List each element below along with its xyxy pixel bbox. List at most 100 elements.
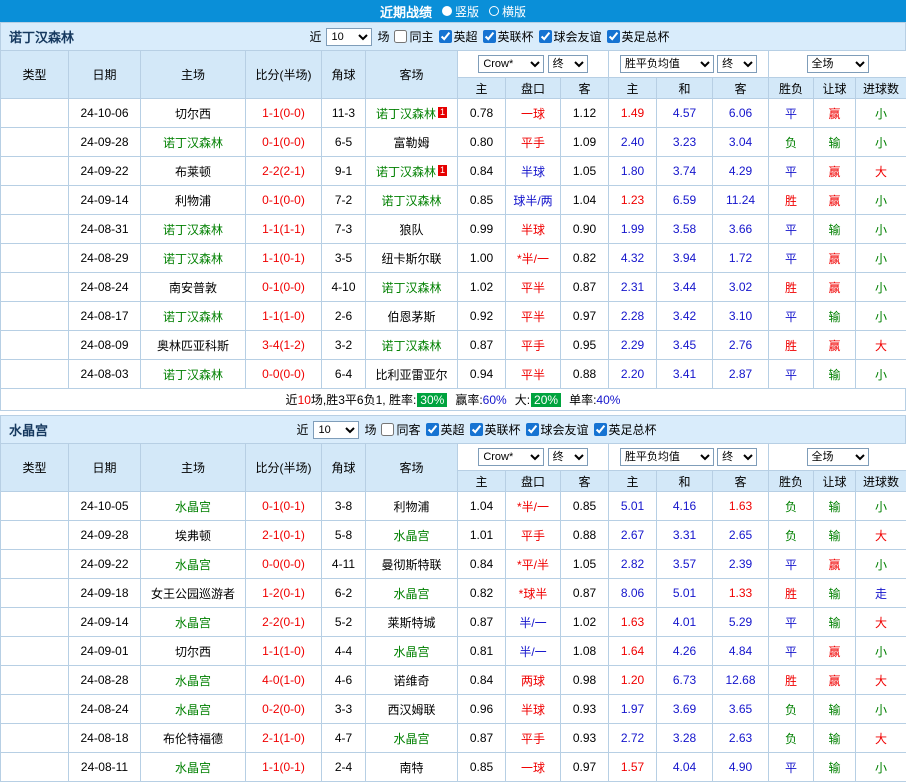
away-team[interactable]: 诺维奇 <box>366 666 458 695</box>
league-fa-cup-input[interactable] <box>594 423 607 436</box>
result-goals: 小 <box>856 753 906 782</box>
match-score[interactable]: 0-2(0-0) <box>246 695 322 724</box>
league-filter-efl-cup[interactable]: 英联杯 <box>483 28 534 45</box>
away-team[interactable]: 诺丁汉森林1 <box>366 99 458 128</box>
match-score[interactable]: 0-1(0-0) <box>246 273 322 302</box>
avg-odds-away: 2.76 <box>713 331 769 360</box>
corner-count: 6-4 <box>322 360 366 389</box>
home-team[interactable]: 水晶宫 <box>141 608 246 637</box>
home-team[interactable]: 水晶宫 <box>141 550 246 579</box>
away-team[interactable]: 曼彻斯特联 <box>366 550 458 579</box>
home-team[interactable]: 布伦特福德 <box>141 724 246 753</box>
match-score[interactable]: 3-4(1-2) <box>246 331 322 360</box>
match-score[interactable]: 1-2(0-1) <box>246 579 322 608</box>
scope-select[interactable]: 全场 <box>807 448 869 466</box>
home-team[interactable]: 布莱顿 <box>141 157 246 186</box>
league-friendly-input[interactable] <box>526 423 539 436</box>
away-team[interactable]: 伯恩茅斯 <box>366 302 458 331</box>
home-team[interactable]: 切尔西 <box>141 637 246 666</box>
match-score[interactable]: 0-1(0-0) <box>246 186 322 215</box>
home-team[interactable]: 诺丁汉森林 <box>141 360 246 389</box>
layout-vertical-radio[interactable]: 竖版 <box>442 3 479 20</box>
away-team[interactable]: 水晶宫 <box>366 637 458 666</box>
away-team[interactable]: 纽卡斯尔联 <box>366 244 458 273</box>
league-filter-friendly[interactable]: 球会友谊 <box>539 28 602 45</box>
avg-stage-select[interactable]: 终 <box>717 55 757 73</box>
match-score[interactable]: 1-1(1-1) <box>246 215 322 244</box>
league-epl-input[interactable] <box>439 30 452 43</box>
league-efl-cup-input[interactable] <box>470 423 483 436</box>
home-team[interactable]: 水晶宫 <box>141 753 246 782</box>
home-team[interactable]: 奥林匹亚科斯 <box>141 331 246 360</box>
match-score[interactable]: 0-0(0-0) <box>246 360 322 389</box>
away-team[interactable]: 西汉姆联 <box>366 695 458 724</box>
avg-odds-select[interactable]: 胜平负均值 <box>620 448 714 466</box>
home-team[interactable]: 诺丁汉森林 <box>141 215 246 244</box>
away-team[interactable]: 水晶宫 <box>366 724 458 753</box>
league-friendly-input[interactable] <box>539 30 552 43</box>
bookmaker-select[interactable]: Crow* <box>478 448 544 466</box>
match-score[interactable]: 2-1(0-1) <box>246 521 322 550</box>
match-score[interactable]: 1-1(0-0) <box>246 99 322 128</box>
away-team[interactable]: 富勒姆 <box>366 128 458 157</box>
match-score[interactable]: 0-0(0-0) <box>246 550 322 579</box>
home-team[interactable]: 女王公园巡游者 <box>141 579 246 608</box>
league-epl-input[interactable] <box>426 423 439 436</box>
same-venue-checkbox[interactable]: 同主 <box>394 28 433 45</box>
match-score[interactable]: 1-1(0-1) <box>246 753 322 782</box>
match-score[interactable]: 0-1(0-1) <box>246 492 322 521</box>
home-team[interactable]: 水晶宫 <box>141 492 246 521</box>
away-team[interactable]: 南特 <box>366 753 458 782</box>
home-team[interactable]: 诺丁汉森林 <box>141 244 246 273</box>
match-score[interactable]: 2-1(1-0) <box>246 724 322 753</box>
away-team[interactable]: 诺丁汉森林 <box>366 186 458 215</box>
home-team[interactable]: 水晶宫 <box>141 666 246 695</box>
away-team[interactable]: 诺丁汉森林 <box>366 273 458 302</box>
home-team[interactable]: 诺丁汉森林 <box>141 302 246 331</box>
league-fa-cup-input[interactable] <box>607 30 620 43</box>
match-count-select[interactable]: 10 <box>313 421 359 439</box>
match-count-select[interactable]: 10 <box>326 28 372 46</box>
match-score[interactable]: 2-2(2-1) <box>246 157 322 186</box>
away-team[interactable]: 莱斯特城 <box>366 608 458 637</box>
away-team[interactable]: 诺丁汉森林1 <box>366 157 458 186</box>
away-team[interactable]: 水晶宫 <box>366 521 458 550</box>
away-team[interactable]: 利物浦 <box>366 492 458 521</box>
league-filter-fa-cup[interactable]: 英足总杯 <box>607 28 670 45</box>
away-team[interactable]: 水晶宫 <box>366 579 458 608</box>
home-team[interactable]: 诺丁汉森林 <box>141 128 246 157</box>
scope-select[interactable]: 全场 <box>807 55 869 73</box>
same-venue-input[interactable] <box>381 423 394 436</box>
away-team[interactable]: 比利亚雷亚尔 <box>366 360 458 389</box>
match-score[interactable]: 1-1(1-0) <box>246 302 322 331</box>
match-score[interactable]: 1-1(0-1) <box>246 244 322 273</box>
league-efl-cup-input[interactable] <box>483 30 496 43</box>
odds-stage-select[interactable]: 终 <box>548 448 588 466</box>
league-filter-efl-cup[interactable]: 英联杯 <box>470 421 521 438</box>
league-filter-fa-cup[interactable]: 英足总杯 <box>594 421 657 438</box>
home-team[interactable]: 利物浦 <box>141 186 246 215</box>
match-score[interactable]: 4-0(1-0) <box>246 666 322 695</box>
match-score[interactable]: 0-1(0-0) <box>246 128 322 157</box>
home-team[interactable]: 切尔西 <box>141 99 246 128</box>
league-filter-epl[interactable]: 英超 <box>439 28 478 45</box>
bookmaker-select[interactable]: Crow* <box>478 55 544 73</box>
away-team[interactable]: 狼队 <box>366 215 458 244</box>
match-score[interactable]: 1-1(1-0) <box>246 637 322 666</box>
match-score[interactable]: 2-2(0-1) <box>246 608 322 637</box>
avg-odds-away: 2.63 <box>713 724 769 753</box>
same-venue-input[interactable] <box>394 30 407 43</box>
league-filter-epl[interactable]: 英超 <box>426 421 465 438</box>
result-wdl: 胜 <box>769 666 814 695</box>
home-team[interactable]: 水晶宫 <box>141 695 246 724</box>
avg-odds-select[interactable]: 胜平负均值 <box>620 55 714 73</box>
home-team[interactable]: 埃弗顿 <box>141 521 246 550</box>
odds-handicap: 平半 <box>506 360 561 389</box>
league-filter-friendly[interactable]: 球会友谊 <box>526 421 589 438</box>
layout-horizontal-radio[interactable]: 横版 <box>489 3 526 20</box>
avg-stage-select[interactable]: 终 <box>717 448 757 466</box>
away-team[interactable]: 诺丁汉森林 <box>366 331 458 360</box>
same-venue-checkbox[interactable]: 同客 <box>381 421 420 438</box>
home-team[interactable]: 南安普敦 <box>141 273 246 302</box>
odds-stage-select[interactable]: 终 <box>548 55 588 73</box>
